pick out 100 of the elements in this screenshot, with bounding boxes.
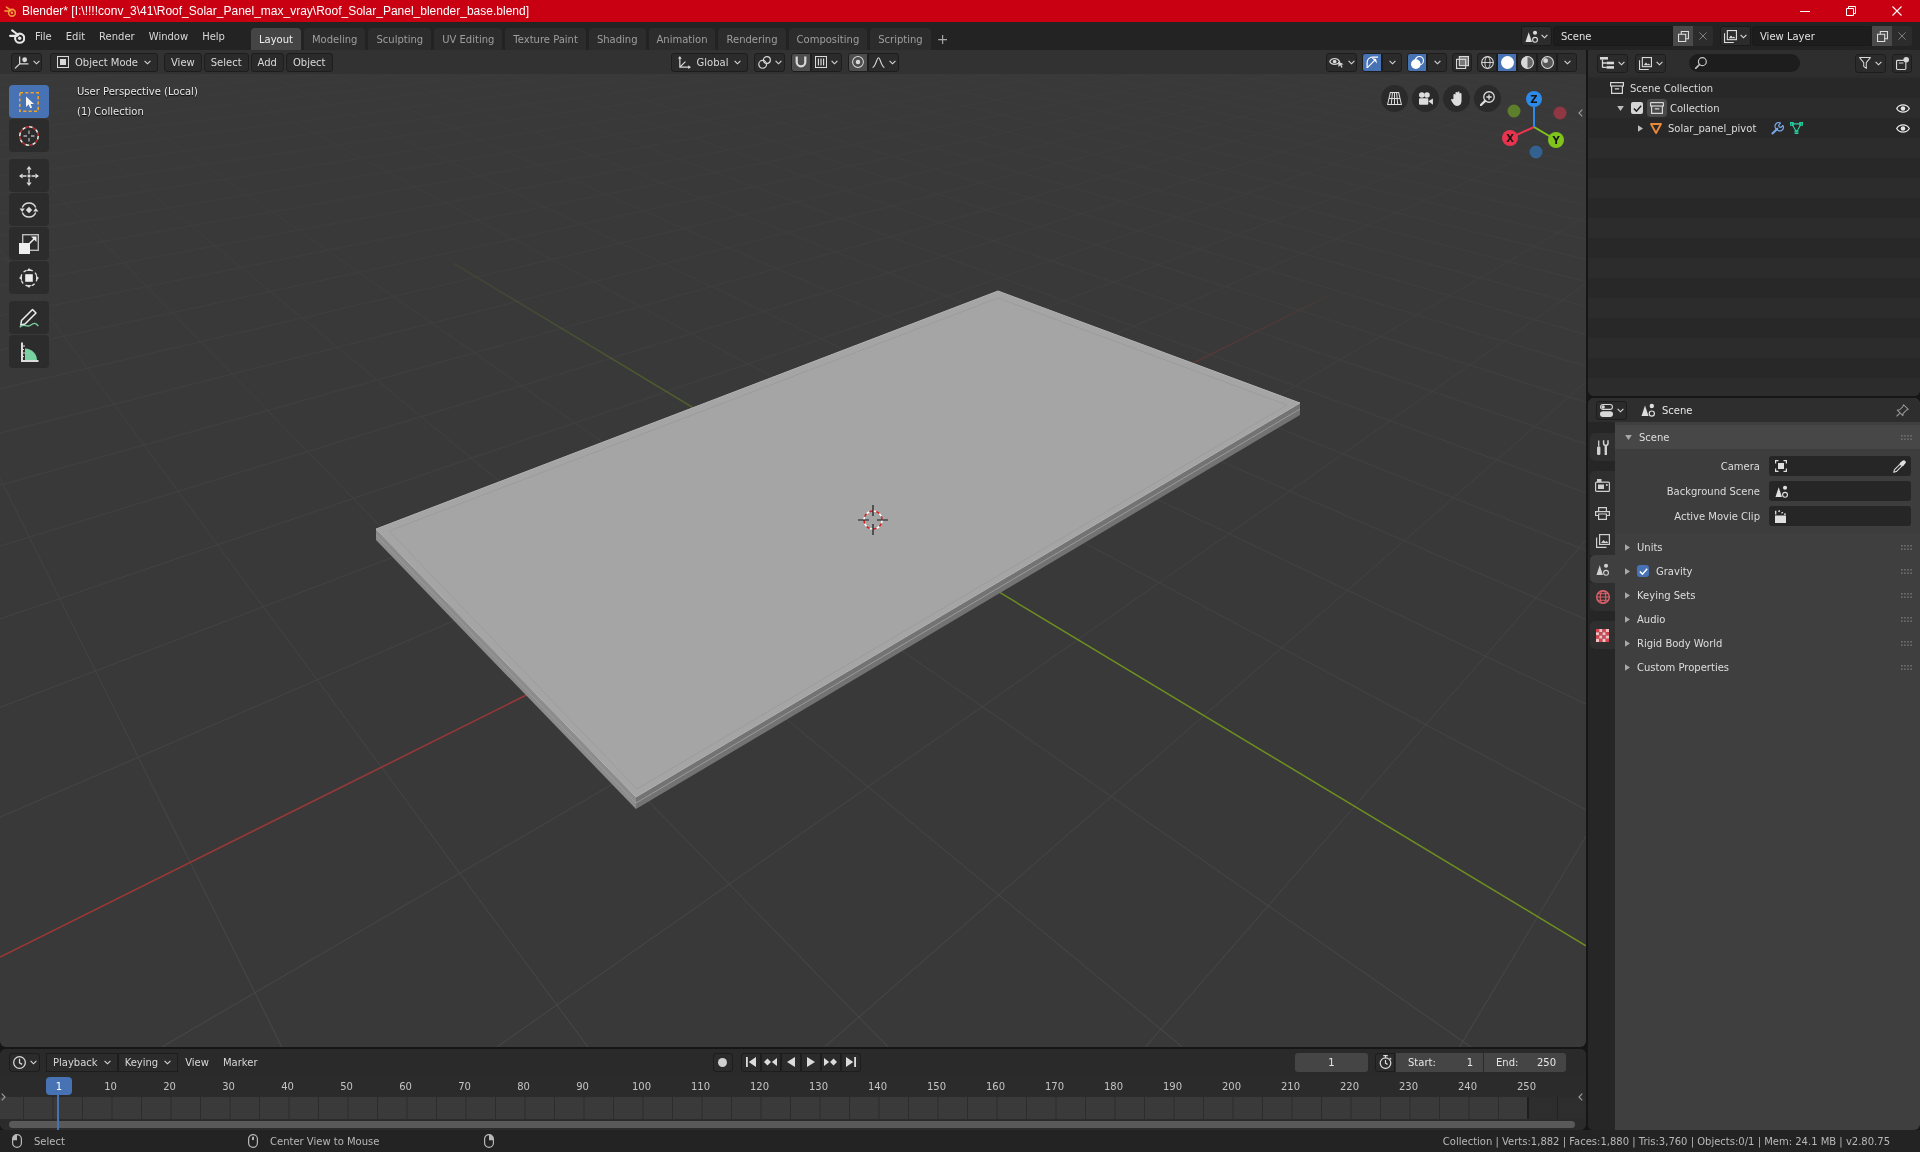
data-block-field[interactable] (1769, 506, 1911, 526)
end-frame-field[interactable]: End: 250 (1484, 1052, 1566, 1072)
start-frame-field[interactable]: Start: 1 (1396, 1052, 1483, 1072)
menu-item[interactable]: View (178, 1052, 216, 1072)
menu-item[interactable]: Window (141, 26, 196, 46)
negative-axis-handle[interactable] (1529, 145, 1543, 159)
search-field[interactable] (1689, 54, 1800, 72)
menu-item[interactable]: View (164, 52, 202, 72)
tool-button[interactable] (9, 159, 49, 192)
view-layer-name-field[interactable]: View Layer (1752, 26, 1872, 46)
snap-toggle[interactable] (791, 52, 812, 72)
proportional-editing-toggle[interactable] (848, 52, 869, 72)
shading-mode-button[interactable] (1497, 52, 1517, 72)
properties-tab[interactable] (1590, 527, 1615, 555)
scene-name-field[interactable]: Scene (1553, 26, 1673, 46)
chevron-left-icon[interactable] (1578, 1093, 1583, 1101)
tool-button[interactable] (9, 119, 49, 152)
camera-view-button[interactable] (1412, 85, 1439, 112)
data-block-field[interactable] (1769, 481, 1911, 501)
editor-type-dropdown[interactable] (1597, 53, 1628, 73)
drag-handle-icon[interactable] (1901, 640, 1912, 646)
workspace-tab[interactable]: Modeling (303, 28, 366, 50)
delete-view-layer-button[interactable] (1892, 26, 1912, 46)
menu-dropdown[interactable]: Keying (117, 1052, 179, 1072)
next-keyframe-button[interactable] (820, 1052, 841, 1072)
shading-mode-button[interactable] (1477, 52, 1497, 72)
panel-title[interactable]: Audio (1637, 613, 1666, 625)
disclosure-triangle-icon[interactable] (1625, 591, 1630, 599)
disclosure-triangle-icon[interactable] (1616, 105, 1624, 111)
snap-target-dropdown[interactable] (811, 52, 843, 72)
wrench-icon[interactable] (1771, 121, 1785, 135)
chevron-right-icon[interactable] (1, 1093, 6, 1101)
tool-button[interactable] (9, 335, 49, 368)
panel-title[interactable]: Custom Properties (1637, 661, 1730, 673)
xray-toggle[interactable] (1452, 52, 1472, 72)
properties-tab[interactable] (1590, 471, 1615, 499)
axis-handle[interactable]: X (1502, 126, 1535, 146)
properties-tab[interactable] (1590, 555, 1615, 583)
shading-options-dropdown[interactable] (1557, 52, 1577, 72)
workspace-tab[interactable]: Sculpting (368, 28, 432, 50)
current-frame-indicator[interactable]: 1 (46, 1077, 72, 1095)
drag-handle-icon[interactable] (1901, 664, 1912, 670)
drag-handle-icon[interactable] (1901, 616, 1912, 622)
editor-type-dropdown[interactable] (1596, 400, 1627, 420)
workspace-tab[interactable]: Layout (250, 28, 301, 50)
filter-dropdown[interactable] (1855, 53, 1886, 73)
delete-scene-button[interactable] (1693, 26, 1713, 46)
new-scene-button[interactable] (1673, 26, 1693, 46)
drag-handle-icon[interactable] (1901, 434, 1912, 440)
gizmo-options-dropdown[interactable] (1382, 52, 1402, 72)
workspace-tab[interactable]: Compositing (788, 28, 868, 50)
menu-item[interactable]: Help (195, 26, 232, 46)
sidebar-chevron-icon[interactable] (1578, 109, 1583, 117)
panel-title[interactable]: Gravity (1656, 565, 1693, 577)
menu-dropdown[interactable]: Playback (46, 1052, 118, 1072)
checkbox[interactable] (1631, 102, 1643, 114)
tool-button[interactable] (9, 261, 49, 294)
play-button[interactable] (800, 1052, 821, 1072)
negative-axis-handle[interactable] (1553, 106, 1567, 120)
workspace-tab[interactable]: Shading (588, 28, 646, 50)
tool-button[interactable] (9, 227, 49, 260)
editor-type-dropdown[interactable] (9, 1052, 40, 1072)
view-layer-browse-button[interactable] (1720, 26, 1751, 46)
disclosure-triangle-icon[interactable] (1625, 615, 1630, 623)
horizontal-scrollbar[interactable] (9, 1121, 1575, 1128)
menu-item[interactable]: Edit (58, 26, 93, 46)
overlays-toggle[interactable] (1407, 52, 1427, 72)
pan-view-button[interactable] (1443, 85, 1470, 112)
outliner-item-label[interactable]: Collection (1670, 102, 1720, 114)
workspace-tab[interactable]: Texture Paint (505, 28, 586, 50)
transform-orientation-dropdown[interactable]: Global (670, 52, 749, 72)
gizmo-toggle[interactable] (1362, 52, 1382, 72)
falloff-dropdown[interactable] (868, 52, 900, 72)
panel-title[interactable]: Keying Sets (1637, 589, 1696, 601)
zoom-view-button[interactable] (1474, 85, 1501, 112)
menu-item[interactable]: Object (285, 52, 333, 72)
panel-title[interactable]: Rigid Body World (1637, 637, 1723, 649)
disclosure-triangle-icon[interactable] (1625, 543, 1630, 551)
axis-handle[interactable]: Y (1533, 126, 1564, 148)
workspace-tab[interactable]: Rendering (718, 28, 786, 50)
overlays-options-dropdown[interactable] (1427, 52, 1447, 72)
panel-header[interactable]: Scene (1615, 425, 1920, 449)
tool-button[interactable] (9, 301, 49, 334)
disclosure-triangle-icon[interactable] (1625, 567, 1630, 575)
disclosure-triangle-icon[interactable] (1637, 124, 1643, 132)
outliner-item-label[interactable]: Solar_panel_pivot (1668, 122, 1757, 134)
drag-handle-icon[interactable] (1901, 544, 1912, 550)
visibility-eye-icon[interactable] (1896, 103, 1910, 113)
auto-keying-button[interactable] (712, 1052, 733, 1072)
shading-mode-button[interactable] (1537, 52, 1557, 72)
blender-menu-button[interactable] (8, 26, 26, 46)
visibility-dropdown[interactable] (1326, 52, 1357, 72)
add-workspace-button[interactable]: + (933, 28, 952, 50)
new-collection-button[interactable] (1892, 53, 1912, 73)
new-view-layer-button[interactable] (1872, 26, 1892, 46)
workspace-tab[interactable]: Scripting (870, 28, 931, 50)
tool-button[interactable] (9, 193, 49, 226)
previous-keyframe-button[interactable] (760, 1052, 781, 1072)
outliner-item-label[interactable]: Scene Collection (1630, 82, 1714, 94)
mesh-triangle-icon[interactable] (1790, 122, 1804, 134)
